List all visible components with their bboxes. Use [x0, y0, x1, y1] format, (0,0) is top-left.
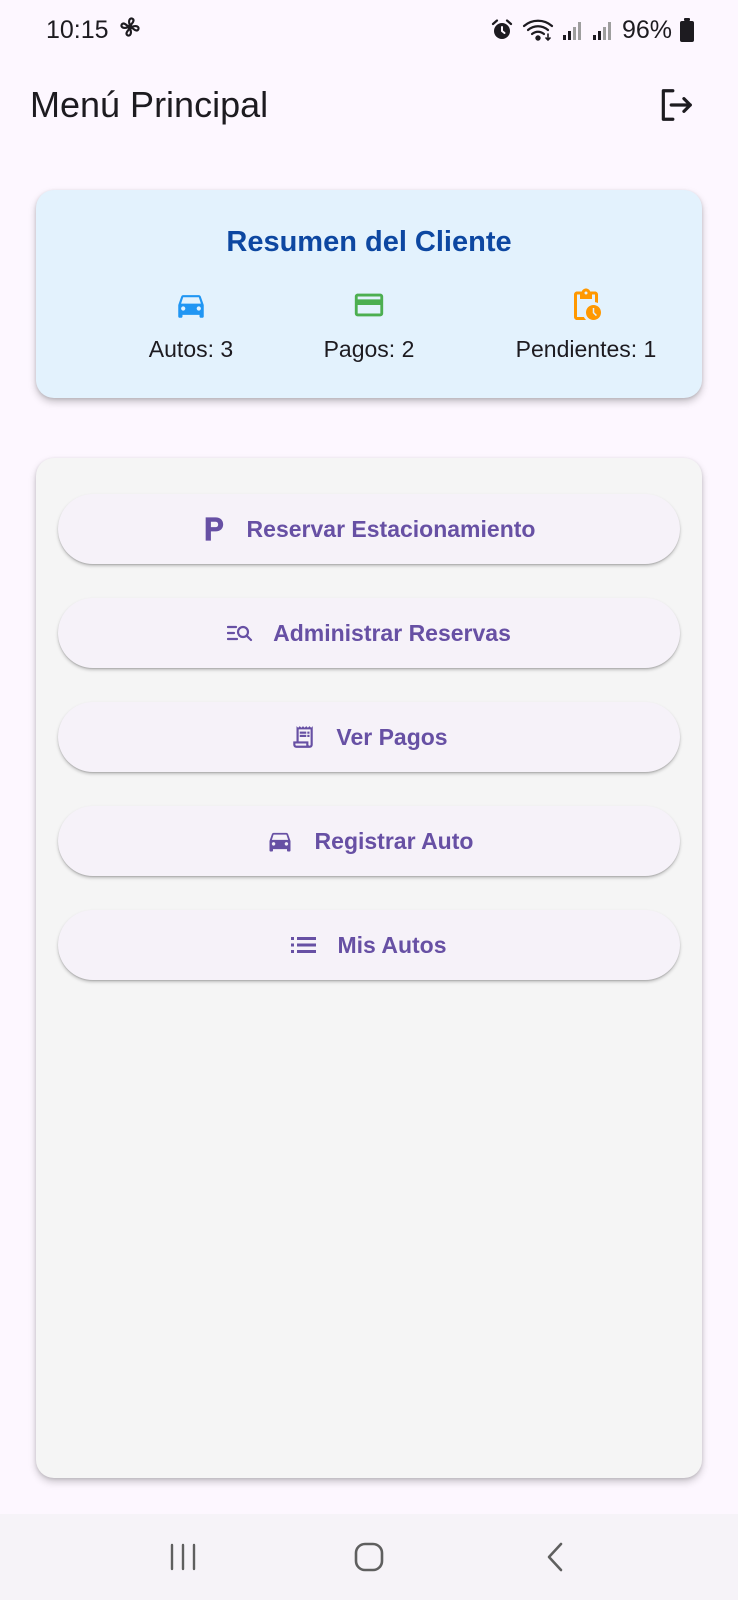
back-icon: [547, 1542, 563, 1572]
mis-autos-label: Mis Autos: [337, 931, 447, 958]
status-time: 10:15: [46, 15, 109, 44]
mis-autos-button[interactable]: Mis Autos: [58, 910, 680, 980]
receipt-icon: [290, 722, 316, 752]
battery-icon: [680, 18, 694, 42]
back-button[interactable]: [525, 1527, 585, 1587]
reservar-estacionamiento-button[interactable]: Reservar Estacionamiento: [58, 494, 680, 564]
list-icon: [291, 935, 317, 955]
stat-pendientes: Pendientes: 1: [476, 286, 696, 363]
logout-button[interactable]: [652, 81, 700, 129]
menu-panel: Reservar Estacionamiento Administrar Res…: [36, 458, 702, 1478]
summary-card: Resumen del Cliente Autos: 3 Pagos: 2 Pe…: [36, 190, 702, 398]
credit-card-icon: [259, 286, 479, 324]
car-icon: [265, 827, 295, 855]
signal-icon: [562, 19, 584, 41]
logout-icon: [661, 89, 692, 121]
summary-title: Resumen del Cliente: [226, 226, 512, 258]
status-right: 96%: [490, 16, 694, 45]
recent-apps-button[interactable]: [153, 1527, 213, 1587]
home-icon: [354, 1542, 384, 1572]
ver-pagos-button[interactable]: Ver Pagos: [58, 702, 680, 772]
home-button[interactable]: [339, 1527, 399, 1587]
reservar-estacionamiento-label: Reservar Estacionamiento: [246, 515, 536, 542]
status-bar: 10:15 96%: [0, 0, 738, 60]
wifi-icon: [522, 18, 554, 42]
system-nav-bar: [0, 1514, 738, 1600]
registrar-auto-label: Registrar Auto: [314, 827, 474, 854]
registrar-auto-button[interactable]: Registrar Auto: [58, 806, 680, 876]
stat-pagos-label: Pagos: 2: [323, 336, 415, 362]
manage-search-icon: [227, 622, 253, 644]
status-left: 10:15: [46, 14, 143, 47]
ver-pagos-label: Ver Pagos: [336, 723, 448, 750]
alarm-icon: [490, 18, 514, 42]
page-title: Menú Principal: [30, 84, 269, 125]
stat-pendientes-label: Pendientes: 1: [515, 336, 657, 362]
fan-icon: [117, 14, 143, 47]
recent-apps-icon: [170, 1543, 196, 1571]
battery-percent: 96%: [621, 15, 672, 44]
pending-clipboard-icon: [476, 286, 696, 324]
signal-icon: [592, 19, 614, 41]
stat-pagos: Pagos: 2: [259, 286, 479, 363]
app-bar: Menú Principal: [0, 70, 738, 140]
administrar-reservas-label: Administrar Reservas: [273, 619, 511, 646]
administrar-reservas-button[interactable]: Administrar Reservas: [58, 598, 680, 668]
parking-icon: [203, 515, 227, 543]
